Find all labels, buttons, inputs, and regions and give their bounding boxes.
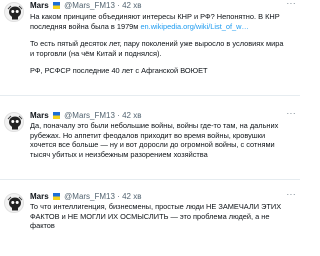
tweet-line: РФ, РСФСР последние 40 лет с Афганской В… — [30, 66, 208, 76]
tweet-text: То что интеллигенция, бизнесмены, просты… — [30, 202, 294, 231]
tweet-line: тысяч убитых и неизбежным разорением хоз… — [30, 149, 208, 159]
tweet[interactable]: Mars @Mars_FM13 · 42 хв ··· То что интел… — [0, 190, 300, 256]
timestamp[interactable]: 42 хв — [122, 192, 141, 201]
tweet-line: хочется все больше — ну и вот доросли до… — [30, 140, 275, 150]
tweet-line-text: последняя война была в 1979м — [30, 21, 139, 31]
author-name[interactable]: Mars — [30, 192, 49, 201]
tweet-line: На каком принципе объединяют интересы КН… — [30, 12, 280, 21]
tweet-line: ФАКТОВ и НЕ МОГЛИ ИХ ОСМЫСЛИТЬ — это про… — [30, 211, 270, 221]
author-name[interactable]: Mars — [30, 1, 49, 10]
tweet[interactable]: Mars @Mars_FM13 · 42 хв ··· Да, поначалу… — [0, 109, 300, 180]
tweet-line: То есть пятый десяток лет, пару поколени… — [30, 39, 284, 49]
author-handle[interactable]: @Mars_FM13 — [64, 1, 115, 10]
avatar[interactable] — [4, 193, 24, 213]
more-options-icon[interactable]: ··· — [287, 109, 297, 118]
tweet-line: Да, поначалу это были небольшие войны, в… — [30, 121, 279, 130]
more-options-icon[interactable]: ··· — [287, 190, 297, 199]
author-name[interactable]: Mars — [30, 111, 49, 120]
separator-dot: · — [117, 111, 120, 120]
ukraine-flag-icon — [52, 193, 60, 200]
tweet-line: и торговли (на чём Китай и поднялся). — [30, 48, 162, 58]
tweet-text: Да, поначалу это были небольшие войны, в… — [30, 121, 294, 159]
timestamp[interactable]: 42 хв — [122, 111, 141, 120]
tweet-text: На каком принципе объединяют интересы КН… — [30, 12, 294, 76]
skull-avatar-icon — [7, 196, 23, 211]
author-handle[interactable]: @Mars_FM13 — [64, 192, 115, 201]
timestamp[interactable]: 42 хв — [122, 1, 141, 10]
tweet-line: последняя война была в 1979м en.wikipedi… — [30, 22, 294, 32]
tweet[interactable]: Mars @Mars_FM13 · 42 хв ··· На каком при… — [0, 0, 300, 96]
avatar[interactable] — [4, 2, 24, 22]
tweet-line: фактов — [30, 221, 55, 231]
skull-avatar-icon — [7, 5, 23, 20]
separator-dot: · — [117, 1, 120, 10]
skull-avatar-icon — [7, 115, 23, 130]
ukraine-flag-icon — [52, 2, 60, 9]
tweet-line: рубежах. Но аппетит феодалов приходит во… — [30, 130, 266, 140]
tweet-line: То что интеллигенция, бизнесмены, просты… — [30, 202, 282, 211]
ukraine-flag-icon — [52, 112, 60, 119]
avatar[interactable] — [4, 112, 24, 132]
wikipedia-link[interactable]: en.wikipedia.org/wiki/List_of_w… — [140, 22, 248, 31]
author-handle[interactable]: @Mars_FM13 — [64, 111, 115, 120]
separator-dot: · — [117, 192, 120, 201]
more-options-icon[interactable]: ··· — [287, 0, 297, 8]
